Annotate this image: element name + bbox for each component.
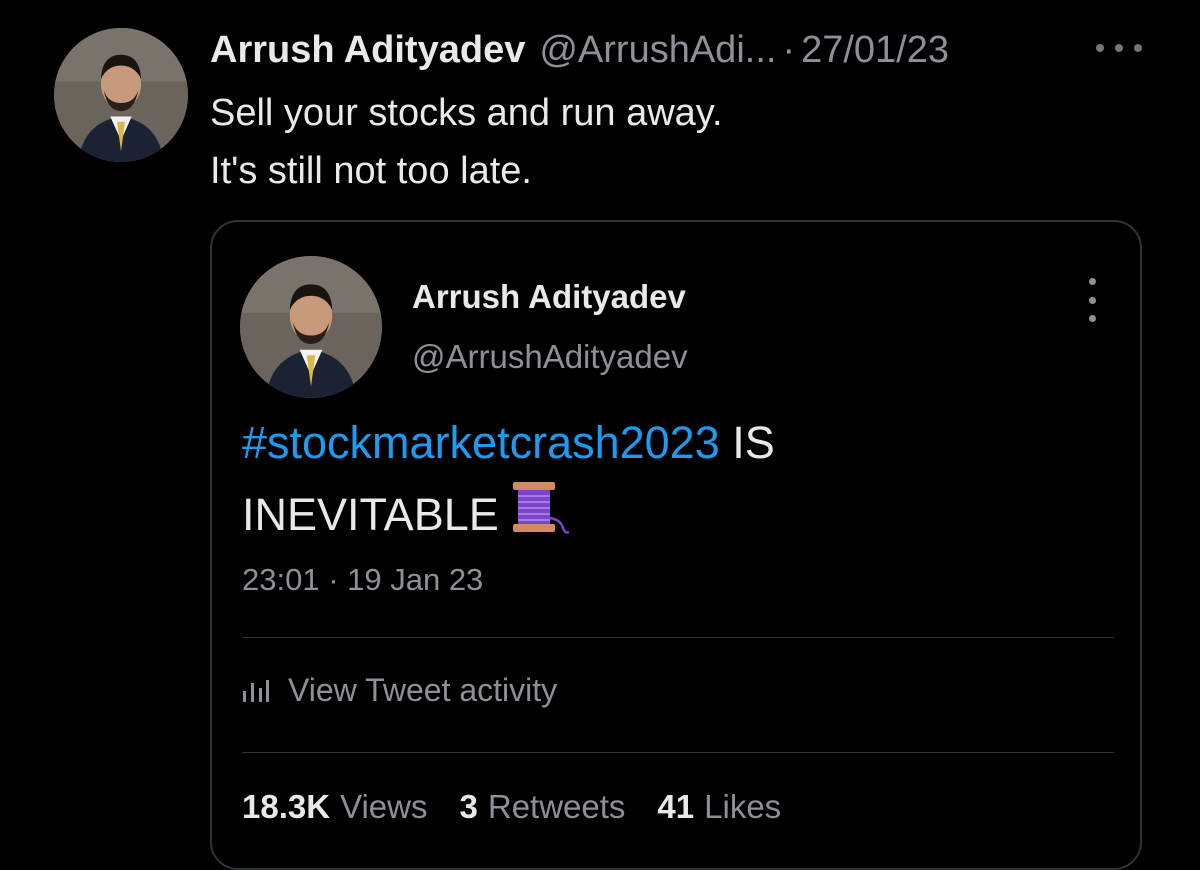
retweets-stat[interactable]: 3 Retweets bbox=[460, 788, 626, 826]
quoted-tweet-timestamp[interactable]: 23:01 · 19 Jan 23 bbox=[242, 562, 483, 598]
divider bbox=[242, 637, 1114, 638]
more-horizontal-icon[interactable] bbox=[1096, 36, 1142, 60]
likes-label: Likes bbox=[704, 788, 782, 825]
author-name[interactable]: Arrush Adityadev bbox=[210, 24, 525, 76]
divider bbox=[242, 752, 1114, 753]
likes-stat[interactable]: 41 Likes bbox=[657, 788, 781, 826]
tweet-header: Arrush Adityadev @ArrushAdi... · 27/01/2… bbox=[210, 24, 949, 76]
tweet[interactable]: Arrush Adityadev @ArrushAdi... · 27/01/2… bbox=[0, 0, 1200, 870]
tweet-text-line: Sell your stocks and run away. bbox=[210, 92, 723, 134]
retweets-count: 3 bbox=[459, 788, 478, 825]
bar-chart-icon bbox=[243, 679, 269, 702]
more-vertical-icon[interactable] bbox=[1080, 278, 1104, 322]
quoted-tweet-text: #stockmarketcrash2023 IS INEVITABLE bbox=[242, 408, 775, 556]
view-tweet-activity-link[interactable]: View Tweet activity bbox=[242, 672, 557, 709]
engagement-stats: 18.3K Views 3 Retweets 41 Likes bbox=[242, 788, 813, 826]
quoted-text-line2: INEVITABLE bbox=[242, 489, 499, 540]
author-handle[interactable]: @ArrushAdi... bbox=[539, 24, 776, 76]
views-label: Views bbox=[340, 788, 428, 825]
profile-photo-icon bbox=[54, 28, 188, 162]
tweet-text: Sell your stocks and run away. It's stil… bbox=[210, 84, 723, 200]
author-avatar[interactable] bbox=[54, 28, 188, 162]
tweet-date[interactable]: 27/01/23 bbox=[801, 24, 949, 76]
quoted-author-avatar[interactable] bbox=[240, 256, 382, 398]
activity-label: View Tweet activity bbox=[288, 672, 558, 708]
views-stat[interactable]: 18.3K Views bbox=[242, 788, 428, 826]
spool-of-thread-icon bbox=[509, 478, 571, 556]
retweets-label: Retweets bbox=[487, 788, 626, 825]
views-count: 18.3K bbox=[242, 788, 331, 825]
quoted-text-part: IS bbox=[719, 417, 775, 468]
separator-dot: · bbox=[782, 29, 796, 71]
profile-photo-icon bbox=[240, 256, 382, 398]
quoted-author-name[interactable]: Arrush Adityadev bbox=[412, 278, 686, 316]
tweet-text-line: It's still not too late. bbox=[210, 150, 532, 192]
hashtag-link[interactable]: #stockmarketcrash2023 bbox=[242, 417, 720, 468]
likes-count: 41 bbox=[657, 788, 695, 825]
quoted-author-handle[interactable]: @ArrushAdityadev bbox=[412, 338, 688, 376]
